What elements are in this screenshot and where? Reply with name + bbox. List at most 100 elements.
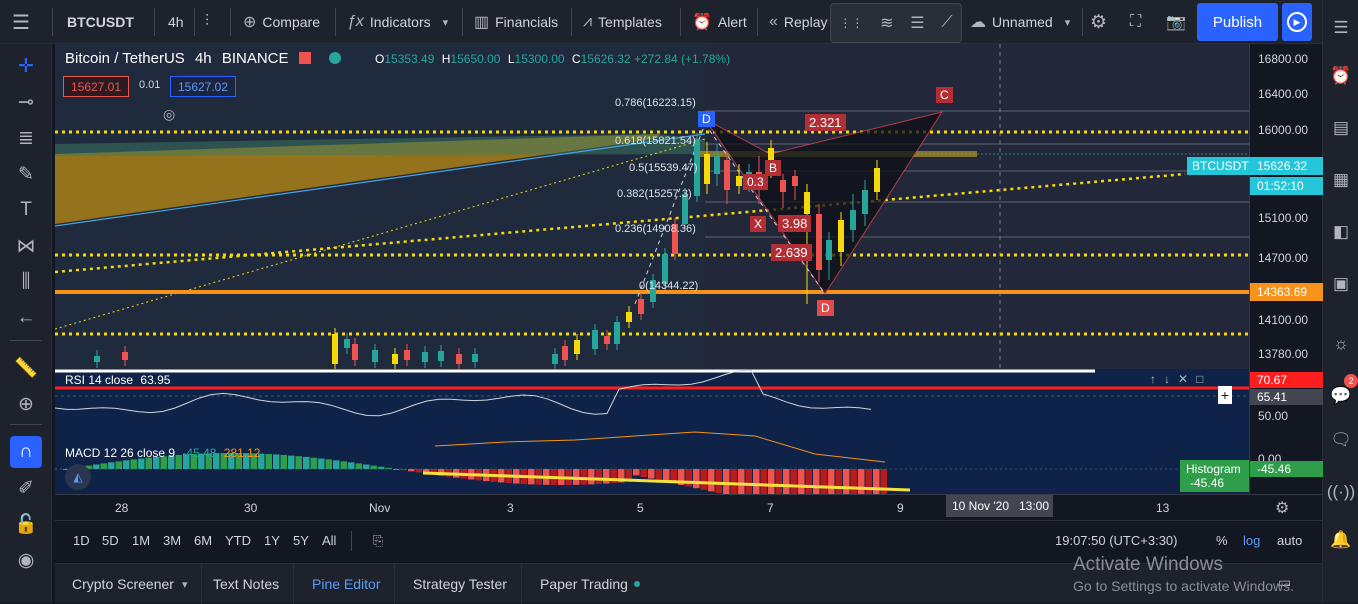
fib-tool-icon[interactable]: ≣ bbox=[10, 122, 42, 154]
time-tick: Nov bbox=[369, 501, 391, 515]
drawing-floating-toolbar[interactable]: ⋮⋮ ≋ ☰ ⟋ bbox=[830, 3, 962, 43]
compare-button[interactable]: ⊕ Compare bbox=[243, 0, 320, 44]
stream-icon[interactable]: ((·)) bbox=[1327, 478, 1355, 506]
line-style-icon[interactable]: ≋ bbox=[880, 13, 893, 33]
candle bbox=[392, 354, 398, 364]
tradingview-logo-icon[interactable]: ◭ bbox=[65, 464, 91, 490]
add-level-icon[interactable]: + bbox=[1218, 386, 1232, 404]
buy-button[interactable]: 15627.02 bbox=[170, 76, 236, 97]
histogram-bar bbox=[588, 469, 595, 485]
drag-handle-icon[interactable]: ⋮⋮ bbox=[839, 16, 863, 30]
chats-icon[interactable]: 🗨 bbox=[1327, 426, 1355, 454]
menu-button[interactable]: ☰ bbox=[12, 0, 30, 44]
move-up-icon[interactable]: ↑ bbox=[1150, 372, 1156, 386]
histogram-bar bbox=[130, 459, 137, 469]
eye-icon[interactable]: ◉ bbox=[10, 544, 42, 576]
hide-indicators-icon[interactable]: ◎ bbox=[163, 106, 175, 123]
histogram-bar bbox=[370, 465, 377, 469]
line-width-icon[interactable]: ☰ bbox=[910, 13, 924, 33]
text-tool-icon[interactable]: T bbox=[10, 194, 42, 226]
histogram-bar bbox=[123, 460, 130, 469]
crosshair-icon[interactable]: ✛ bbox=[10, 50, 42, 82]
range-5d[interactable]: 5D bbox=[102, 533, 119, 548]
bell-icon[interactable]: 🔔 bbox=[1327, 526, 1355, 554]
tab-strategy-tester[interactable]: Strategy Tester bbox=[399, 564, 522, 604]
histogram-bar bbox=[273, 454, 280, 469]
clock-readout[interactable]: 19:07:50 (UTC+3:30) bbox=[1055, 533, 1177, 548]
alarm-clock-icon[interactable]: ⏰ bbox=[1327, 62, 1355, 90]
flag-icon[interactable] bbox=[298, 52, 311, 64]
maximize-icon[interactable]: □ bbox=[1196, 372, 1203, 386]
snapshot-button[interactable]: 📷 bbox=[1166, 0, 1186, 44]
range-5y[interactable]: 5Y bbox=[293, 533, 309, 548]
back-arrow-icon[interactable]: ← bbox=[10, 302, 42, 334]
histogram-bar bbox=[723, 469, 730, 494]
histogram-bar bbox=[580, 469, 587, 485]
range-1y[interactable]: 1Y bbox=[264, 533, 280, 548]
line-tool-icon[interactable]: ⟋ bbox=[941, 14, 952, 32]
layout-button[interactable]: ☁ Unnamed ▾ bbox=[970, 0, 1070, 44]
candle bbox=[704, 154, 710, 184]
gear-icon[interactable]: ⚙ bbox=[1275, 498, 1289, 518]
range-1d[interactable]: 1D bbox=[73, 533, 90, 548]
log-toggle[interactable]: log bbox=[1243, 533, 1260, 548]
hotlist-icon[interactable]: ◧ bbox=[1327, 218, 1355, 246]
go-to-date-icon[interactable]: ⎘ bbox=[373, 533, 383, 549]
settings-button[interactable]: ⚙ bbox=[1090, 0, 1107, 44]
tab-crypto-screener[interactable]: Crypto Screener ▾ bbox=[55, 564, 203, 604]
ideas-icon[interactable]: ☼ bbox=[1327, 330, 1355, 358]
watermark-subtitle: Go to Settings to activate Windows. bbox=[1073, 578, 1294, 594]
auto-toggle[interactable]: auto bbox=[1277, 533, 1302, 548]
interval-button[interactable]: 4h bbox=[168, 0, 184, 44]
close-icon[interactable]: ✕ bbox=[1178, 372, 1188, 386]
alert-button[interactable]: ⏰ Alert bbox=[692, 0, 747, 44]
templates-button[interactable]: ⩘ Templates bbox=[583, 0, 662, 44]
price-axis[interactable]: 16800.00 16400.00 16000.00 15100.00 1470… bbox=[1187, 44, 1323, 494]
divider bbox=[680, 8, 681, 36]
tab-text-notes[interactable]: Text Notes bbox=[199, 564, 295, 604]
chart-pane[interactable]: Bitcoin / TetherUS 4h BINANCE O15353.49 … bbox=[55, 44, 1249, 494]
range-6m[interactable]: 6M bbox=[194, 533, 212, 548]
candle bbox=[850, 210, 856, 230]
macd-header: MACD 12 26 close 9 -45.48 281.12 bbox=[65, 446, 260, 460]
news-icon[interactable]: ▤ bbox=[1327, 114, 1355, 142]
publish-button[interactable]: Publish bbox=[1197, 3, 1278, 41]
range-all[interactable]: All bbox=[322, 533, 336, 548]
percent-toggle[interactable]: % bbox=[1216, 533, 1228, 548]
financials-button[interactable]: ▥ Financials bbox=[474, 0, 558, 44]
symbol-search[interactable]: BTCUSDT bbox=[67, 0, 134, 44]
zoom-in-icon[interactable]: ⊕ bbox=[10, 388, 42, 420]
watchlist-icon[interactable]: ☰ bbox=[1327, 14, 1355, 42]
replay-button[interactable]: « Replay bbox=[769, 0, 828, 44]
tab-pine-editor[interactable]: Pine Editor bbox=[298, 564, 396, 604]
magnet-icon[interactable]: ∩ bbox=[10, 436, 42, 468]
candle bbox=[736, 176, 742, 186]
move-down-icon[interactable]: ↓ bbox=[1164, 372, 1170, 386]
level-price-tag: 14363.69 bbox=[1250, 283, 1323, 301]
histogram-bar bbox=[400, 469, 407, 471]
range-ytd[interactable]: YTD bbox=[225, 533, 251, 548]
lock-drawing-icon[interactable]: ✐ bbox=[10, 472, 42, 504]
trend-line-icon[interactable]: ⊸ bbox=[10, 86, 42, 118]
range-1m[interactable]: 1M bbox=[132, 533, 150, 548]
fullscreen-button[interactable]: ⛶ bbox=[1130, 0, 1141, 44]
time-axis[interactable]: 28 30 Nov 3 5 7 9 13 10 Nov '20 13:00 ⚙ bbox=[55, 494, 1322, 520]
ruler-icon[interactable]: 📏 bbox=[10, 352, 42, 384]
brush-icon[interactable]: ✎ bbox=[10, 158, 42, 190]
data-window-icon[interactable]: ▦ bbox=[1327, 166, 1355, 194]
chart-type-button[interactable]: ⫶ bbox=[205, 0, 209, 44]
histogram-bar bbox=[93, 464, 100, 469]
sell-button[interactable]: 15627.01 bbox=[63, 76, 129, 97]
lock-icon[interactable]: 🔓 bbox=[10, 508, 42, 540]
tab-paper-trading[interactable]: Paper Trading bbox=[526, 564, 654, 604]
candle bbox=[592, 330, 598, 349]
range-3m[interactable]: 3M bbox=[163, 533, 181, 548]
candle bbox=[332, 334, 338, 364]
histogram-bar bbox=[385, 467, 392, 469]
calendar-icon[interactable]: ▣ bbox=[1327, 270, 1355, 298]
divider bbox=[194, 8, 195, 36]
indicators-button[interactable]: ƒx Indicators ▾ bbox=[347, 0, 448, 44]
prediction-tool-icon[interactable]: ⫼ bbox=[10, 266, 42, 298]
pattern-tool-icon[interactable]: ⋈ bbox=[10, 230, 42, 262]
stream-button[interactable]: ▶ bbox=[1282, 3, 1312, 41]
